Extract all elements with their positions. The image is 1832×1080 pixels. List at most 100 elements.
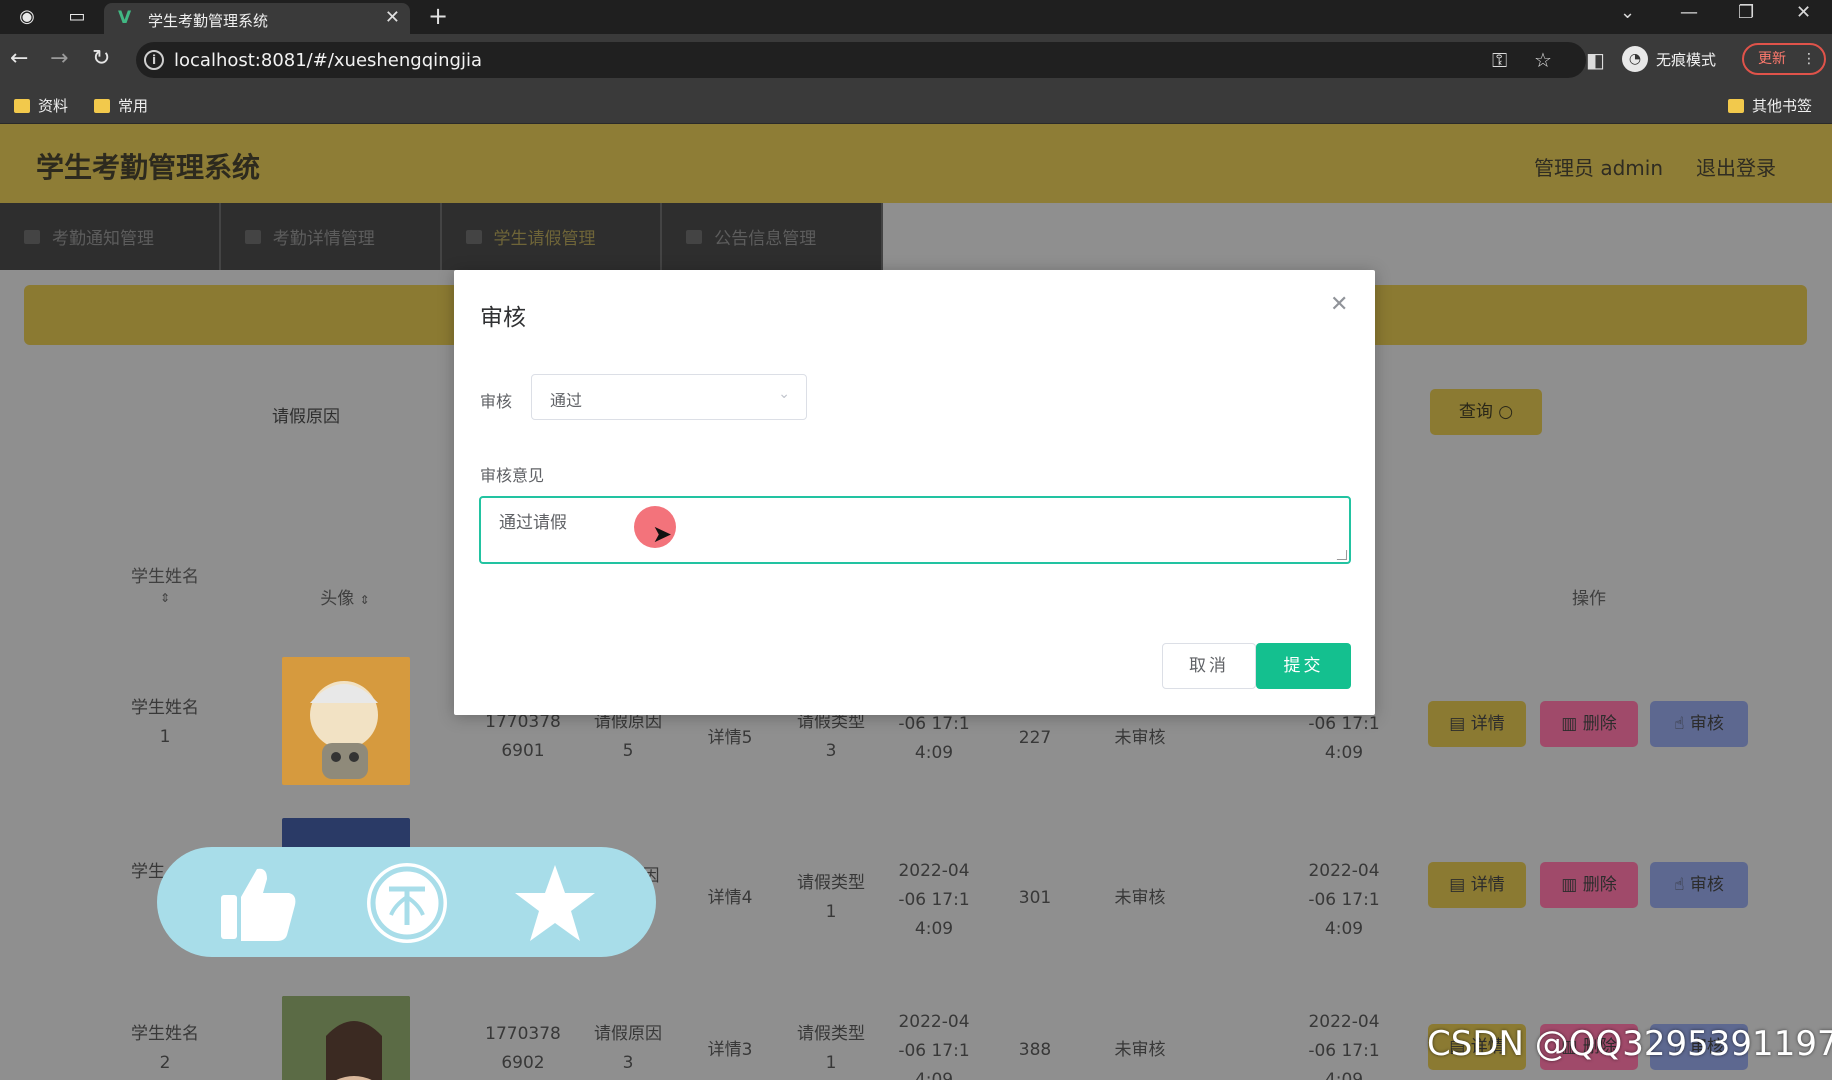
- cell-detail: 详情5: [707, 728, 753, 748]
- chevron-down-icon: ⌄: [778, 386, 790, 402]
- other-bookmarks[interactable]: 其他书签: [1728, 95, 1812, 116]
- th-student-name[interactable]: 学生姓名 ⇕: [120, 562, 210, 607]
- menu-item-leave-management[interactable]: 学生请假管理: [442, 203, 663, 270]
- tab-search-icon[interactable]: ▭: [66, 6, 88, 28]
- submit-button[interactable]: 提交: [1256, 643, 1351, 689]
- cell-reason: 请假原因 3: [594, 1024, 662, 1073]
- dialog-title: 审核: [480, 305, 526, 331]
- detail-label: 详情: [1470, 875, 1505, 895]
- menu-item-announcements[interactable]: 公告信息管理: [662, 203, 883, 270]
- cell-number: 388: [1018, 1040, 1052, 1060]
- incognito-indicator[interactable]: ◔ 无痕模式: [1622, 44, 1716, 74]
- cell-number: 227: [1018, 728, 1052, 748]
- cell-student-name: 学生姓名 1: [131, 698, 199, 747]
- incognito-icon: ◔: [1622, 46, 1648, 72]
- sort-icon: ⇕: [159, 591, 171, 605]
- th-actions: 操作: [1572, 589, 1606, 609]
- status-badge: 未审核: [1114, 1040, 1166, 1060]
- restore-icon[interactable]: ❐: [1738, 2, 1754, 23]
- cell-reason: 请假原因 5: [594, 712, 662, 761]
- cell-student-name: 学生姓名 2: [131, 1024, 199, 1073]
- bookmark-folder-1[interactable]: 资料: [14, 95, 68, 116]
- coin-button[interactable]: [367, 863, 447, 943]
- close-icon[interactable]: ✕: [1330, 292, 1348, 317]
- detail-button[interactable]: ▤ 详情: [1428, 862, 1526, 908]
- logout-link[interactable]: 退出登录: [1696, 152, 1776, 181]
- cell-number: 301: [1018, 888, 1052, 908]
- new-tab-icon[interactable]: +: [428, 2, 448, 30]
- sort-icon: ⇕: [359, 593, 370, 607]
- cell-detail: 详情3: [707, 1040, 753, 1060]
- cell-account: 1770378 6902: [485, 1024, 561, 1073]
- key-icon[interactable]: ⚿: [1492, 48, 1507, 72]
- menu-item-attendance-detail[interactable]: 考勤详情管理: [221, 203, 442, 270]
- th-label: 头像: [320, 589, 355, 609]
- url-omnibox[interactable]: i localhost:8081/#/xueshengqingjia ⚿ ☆: [136, 42, 1586, 78]
- browser-tabstrip: ◉ ▭ V 学生考勤管理系统 ✕ + ⌄ — ❐ ✕: [0, 0, 1832, 34]
- bookmark-label: 资料: [38, 97, 69, 115]
- browser-tab[interactable]: V 学生考勤管理系统 ✕: [104, 3, 410, 34]
- incognito-label: 无痕模式: [1656, 50, 1717, 69]
- update-button[interactable]: 更新 ⋮: [1742, 43, 1826, 75]
- avatar-image: [282, 657, 410, 785]
- folder-icon: [1728, 98, 1744, 113]
- bookmark-label: 常用: [118, 97, 149, 115]
- app-header: 学生考勤管理系统 管理员 admin 退出登录: [0, 124, 1832, 203]
- audit-label: 审核: [1689, 714, 1724, 734]
- notice-icon: [24, 229, 40, 244]
- mouse-pointer-icon: ➤: [652, 520, 673, 548]
- forward-icon[interactable]: →: [50, 46, 68, 72]
- search-button[interactable]: 查询 ○: [1430, 389, 1542, 435]
- star-icon[interactable]: [513, 861, 597, 945]
- tab-list-chevron-icon[interactable]: ⌄: [1620, 2, 1635, 23]
- menu-label: 考勤详情管理: [272, 229, 375, 249]
- reload-icon[interactable]: ↻: [92, 46, 110, 72]
- url-text[interactable]: localhost:8081/#/xueshengqingjia: [174, 50, 482, 71]
- audit-select[interactable]: 通过 ⌄: [531, 374, 807, 420]
- side-panel-icon[interactable]: ◧: [1586, 48, 1605, 72]
- audit-label: 审核: [1689, 875, 1724, 895]
- cell-time: 2022-04 -06 17:1 4:09: [898, 1012, 970, 1080]
- cell-time: -06 17:1 4:09: [898, 714, 970, 763]
- menu-item-attendance-notice[interactable]: 考勤通知管理: [0, 203, 221, 270]
- th-avatar[interactable]: 头像 ⇕: [300, 584, 390, 609]
- other-bookmarks-label: 其他书签: [1752, 97, 1813, 115]
- folder-icon: [94, 98, 110, 113]
- cell-type: 请假类型 3: [797, 712, 865, 761]
- vue-favicon-icon: V: [118, 8, 132, 28]
- folder-icon: [14, 98, 30, 113]
- address-bar: ← → ↻ i localhost:8081/#/xueshengqingjia…: [0, 34, 1832, 86]
- opinion-field-label: 审核意见: [480, 466, 545, 485]
- resize-handle-icon[interactable]: [1336, 550, 1348, 560]
- delete-button[interactable]: ▥ 删除: [1540, 701, 1638, 747]
- menu-label: 公告信息管理: [714, 229, 817, 249]
- browser-menu-icon[interactable]: ◉: [16, 6, 38, 28]
- audit-button[interactable]: ☝ 审核: [1650, 862, 1748, 908]
- minimize-icon[interactable]: —: [1680, 2, 1698, 23]
- opinion-text: 通过请假: [499, 513, 567, 533]
- detail-button[interactable]: ▤ 详情: [1428, 701, 1526, 747]
- site-info-icon[interactable]: i: [144, 50, 164, 70]
- app-title: 学生考勤管理系统: [36, 151, 261, 184]
- main-menu: 考勤通知管理 考勤详情管理 学生请假管理 公告信息管理: [0, 203, 883, 270]
- bookmark-star-icon[interactable]: ☆: [1534, 48, 1552, 72]
- tab-title: 学生考勤管理系统: [148, 12, 269, 30]
- coin-icon: [370, 866, 444, 940]
- thumbs-up-icon[interactable]: [217, 865, 297, 943]
- cancel-button[interactable]: 取消: [1162, 643, 1256, 689]
- window-close-icon[interactable]: ✕: [1796, 2, 1811, 23]
- cell-account: 1770378 6901: [485, 712, 561, 761]
- delete-button[interactable]: ▥ 删除: [1540, 862, 1638, 908]
- avatar-image: [282, 996, 410, 1080]
- watermark: CSDN @QQ3295391197: [1427, 1024, 1832, 1064]
- bookmark-folder-2[interactable]: 常用: [94, 95, 148, 116]
- opinion-textarea[interactable]: 通过请假: [479, 496, 1351, 564]
- search-button-label: 查询: [1458, 402, 1493, 422]
- tab-close-icon[interactable]: ✕: [385, 7, 400, 28]
- floating-action-bar: [157, 847, 656, 957]
- send-icon: [465, 229, 482, 244]
- status-badge: 未审核: [1114, 888, 1166, 908]
- back-icon[interactable]: ←: [10, 46, 28, 72]
- cell-time: -06 17:1 4:09: [1308, 714, 1380, 763]
- audit-button[interactable]: ☝ 审核: [1650, 701, 1748, 747]
